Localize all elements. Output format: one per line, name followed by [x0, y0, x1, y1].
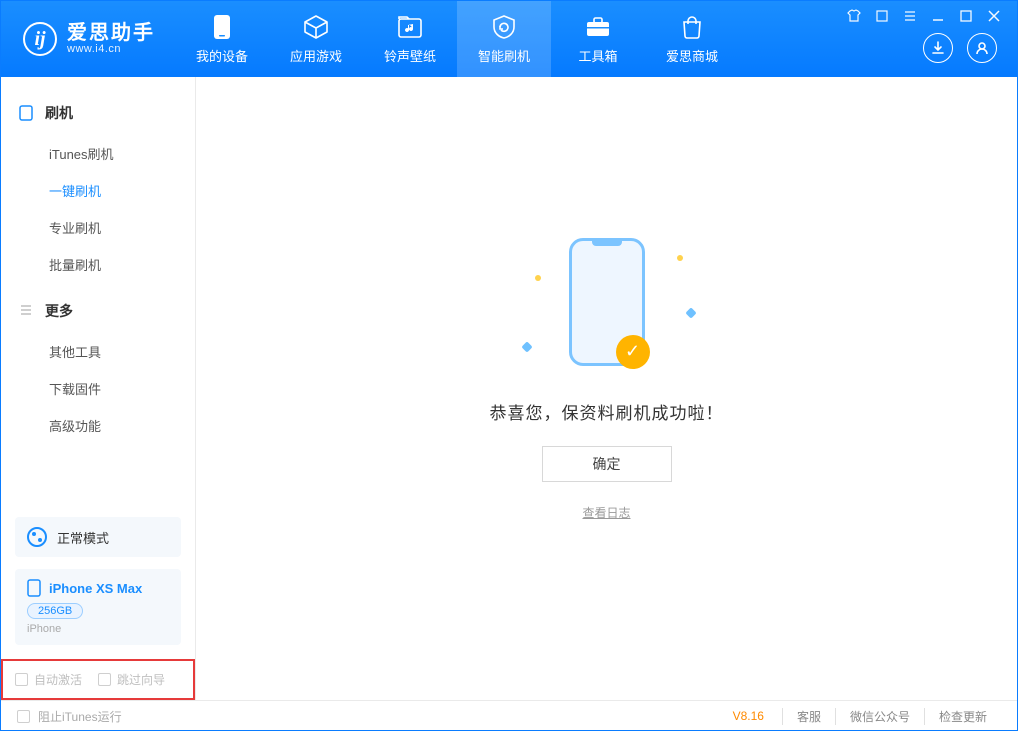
device-icon — [19, 105, 35, 121]
phone-small-icon — [27, 579, 41, 597]
sidebar-item-other-tools[interactable]: 其他工具 — [1, 333, 195, 370]
list-icon — [19, 303, 35, 319]
tshirt-icon[interactable] — [847, 9, 861, 23]
download-button[interactable] — [923, 33, 953, 63]
menu-icon[interactable] — [903, 9, 917, 23]
close-icon[interactable] — [987, 9, 1001, 23]
bag-icon — [679, 14, 705, 40]
app-logo: ij 爱思助手 www.i4.cn — [1, 1, 175, 77]
block-itunes-label[interactable]: 阻止iTunes运行 — [38, 708, 122, 725]
option-auto-activate[interactable]: 自动激活 — [15, 671, 82, 688]
tab-label: 铃声壁纸 — [384, 46, 436, 65]
success-illustration: ✓ — [517, 227, 697, 377]
footer-link-update[interactable]: 检查更新 — [924, 708, 1001, 725]
phone-illustration-icon: ✓ — [569, 238, 645, 366]
tab-label: 我的设备 — [196, 46, 248, 65]
tab-ringtones[interactable]: 铃声壁纸 — [363, 1, 457, 77]
music-folder-icon — [397, 14, 423, 40]
sidebar-item-batch-flash[interactable]: 批量刷机 — [1, 246, 195, 283]
footer-link-wechat[interactable]: 微信公众号 — [835, 708, 924, 725]
tab-apps[interactable]: 应用游戏 — [269, 1, 363, 77]
tab-flash[interactable]: 智能刷机 — [457, 1, 551, 77]
tab-my-device[interactable]: 我的设备 — [175, 1, 269, 77]
logo-icon: ij — [23, 22, 57, 56]
sidebar-item-oneclick-flash[interactable]: 一键刷机 — [1, 172, 195, 209]
option-skip-guide[interactable]: 跳过向导 — [98, 671, 165, 688]
flash-options-highlight: 自动激活 跳过向导 — [1, 659, 195, 700]
group-title: 刷机 — [45, 103, 73, 123]
sidebar-item-pro-flash[interactable]: 专业刷机 — [1, 209, 195, 246]
refresh-shield-icon — [491, 14, 517, 40]
mode-indicator[interactable]: 正常模式 — [15, 517, 181, 557]
account-button[interactable] — [967, 33, 997, 63]
option-label: 自动激活 — [34, 671, 82, 688]
phone-icon — [209, 14, 235, 40]
window-controls — [847, 1, 1003, 23]
tab-label: 爱思商城 — [666, 46, 718, 65]
ok-button[interactable]: 确定 — [542, 446, 672, 482]
box-icon[interactable] — [875, 9, 889, 23]
group-title: 更多 — [45, 301, 73, 321]
checkbox-icon — [15, 673, 28, 686]
device-name: iPhone XS Max — [49, 581, 142, 596]
sidebar-group-more: 更多 — [1, 293, 195, 329]
sidebar-item-download-firmware[interactable]: 下载固件 — [1, 370, 195, 407]
checkbox-icon — [98, 673, 111, 686]
sidebar-group-flash: 刷机 — [1, 95, 195, 131]
device-type: iPhone — [27, 623, 169, 635]
app-name: 爱思助手 — [67, 23, 155, 43]
device-capacity: 256GB — [27, 603, 83, 619]
result-panel: ✓ 恭喜您，保资料刷机成功啦！ 确定 查看日志 — [196, 77, 1017, 700]
view-log-link[interactable]: 查看日志 — [582, 504, 630, 521]
option-label: 跳过向导 — [117, 671, 165, 688]
maximize-icon[interactable] — [959, 9, 973, 23]
tab-label: 智能刷机 — [478, 46, 530, 65]
mode-icon — [27, 527, 47, 547]
sidebar-item-itunes-flash[interactable]: iTunes刷机 — [1, 135, 195, 172]
success-message: 恭喜您，保资料刷机成功啦！ — [490, 399, 724, 424]
connected-device[interactable]: iPhone XS Max 256GB iPhone — [15, 569, 181, 645]
checkmark-badge-icon: ✓ — [616, 335, 650, 369]
status-bar: 阻止iTunes运行 V8.16 客服 微信公众号 检查更新 — [1, 700, 1017, 731]
checkbox-icon[interactable] — [17, 710, 30, 723]
toolbox-icon — [585, 14, 611, 40]
sidebar-item-advanced[interactable]: 高级功能 — [1, 407, 195, 444]
tab-toolbox[interactable]: 工具箱 — [551, 1, 645, 77]
footer-link-support[interactable]: 客服 — [782, 708, 835, 725]
app-url: www.i4.cn — [67, 43, 155, 55]
version-label: V8.16 — [733, 709, 764, 723]
tab-label: 应用游戏 — [290, 46, 342, 65]
main-tabs: 我的设备 应用游戏 铃声壁纸 智能刷机 工具箱 爱思商城 — [175, 1, 739, 77]
app-header: ij 爱思助手 www.i4.cn 我的设备 应用游戏 铃声壁纸 智能刷机 工具… — [1, 1, 1017, 77]
tab-label: 工具箱 — [578, 46, 617, 65]
cube-icon — [303, 14, 329, 40]
tab-store[interactable]: 爱思商城 — [645, 1, 739, 77]
minimize-icon[interactable] — [931, 9, 945, 23]
sidebar: 刷机 iTunes刷机 一键刷机 专业刷机 批量刷机 更多 其他工具 下载固件 … — [1, 77, 196, 700]
mode-label: 正常模式 — [57, 528, 109, 547]
